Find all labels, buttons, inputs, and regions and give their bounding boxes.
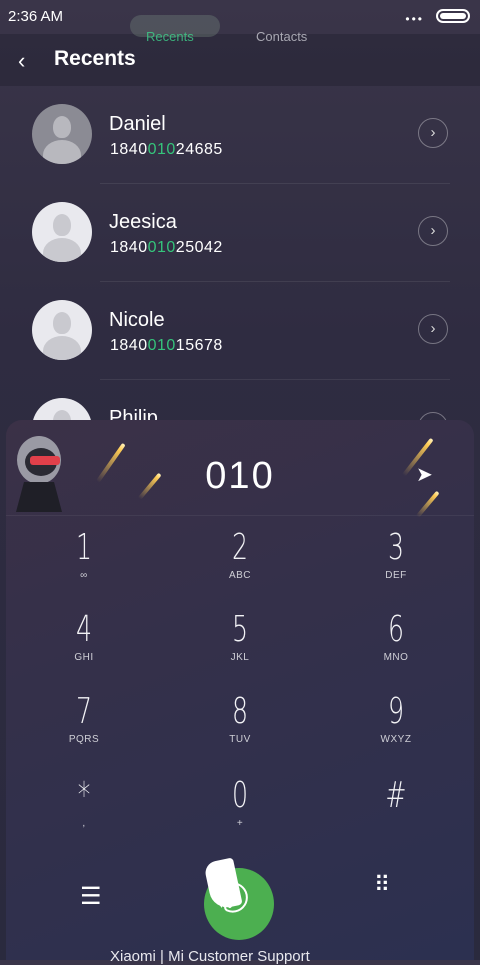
status-bar: 2:36 AM ••• <box>0 0 480 34</box>
footer-suggestion[interactable]: Xiaomi | Mi Customer Support <box>110 948 310 965</box>
app-header: ‹ Recents <box>0 34 480 86</box>
key-1[interactable]: 1 ∞ <box>24 528 144 608</box>
tab-recents[interactable]: Recents <box>146 29 194 44</box>
key-5[interactable]: 5 JKL <box>180 610 300 690</box>
chevron-right-icon[interactable]: › <box>418 118 448 148</box>
list-item[interactable]: Jeesica 184001025042 › <box>0 184 480 282</box>
status-time: 2:36 AM <box>8 8 64 25</box>
keypad-toggle-icon[interactable]: ⠿ <box>374 874 390 896</box>
key-4[interactable]: 4 GHI <box>24 610 144 690</box>
tab-contacts[interactable]: Contacts <box>256 29 307 44</box>
key-3[interactable]: 3 DEF <box>336 528 456 608</box>
menu-icon[interactable]: ☰ <box>80 882 102 911</box>
key-8[interactable]: 8 TUV <box>180 692 300 772</box>
battery-icon <box>436 9 470 23</box>
recents-list: Daniel 184001024685 › Jeesica 1840010250… <box>0 86 480 421</box>
contact-number: 184001025042 <box>110 239 223 256</box>
avatar <box>32 398 92 421</box>
list-item[interactable]: Daniel 184001024685 › <box>0 86 480 184</box>
avatar <box>32 300 92 360</box>
back-button[interactable]: ‹ <box>18 48 25 74</box>
contact-name: Daniel <box>109 113 166 135</box>
chevron-right-icon[interactable]: › <box>418 216 448 246</box>
key-hash[interactable]: # <box>336 776 456 856</box>
chevron-right-icon[interactable]: › <box>418 314 448 344</box>
contact-name: Philip <box>109 407 158 421</box>
page-title: Recents <box>54 47 136 70</box>
avatar <box>32 202 92 262</box>
list-item[interactable]: Philip › <box>0 380 480 421</box>
key-0[interactable]: 0 + <box>180 776 300 856</box>
key-7[interactable]: 7 PQRS <box>24 692 144 772</box>
contact-name: Jeesica <box>109 211 177 233</box>
dial-input[interactable]: 010 <box>0 455 480 498</box>
key-star[interactable]: *, <box>24 776 144 856</box>
list-item[interactable]: Nicole 184001015678 › <box>0 282 480 380</box>
contact-number: 184001015678 <box>110 337 223 354</box>
contact-number: 184001024685 <box>110 141 223 158</box>
contact-name: Nicole <box>109 309 165 331</box>
avatar <box>32 104 92 164</box>
key-2[interactable]: 2 ABC <box>180 528 300 608</box>
key-6[interactable]: 6 MNO <box>336 610 456 690</box>
key-9[interactable]: 9 WXYZ <box>336 692 456 772</box>
status-more-dots: ••• <box>405 12 424 26</box>
